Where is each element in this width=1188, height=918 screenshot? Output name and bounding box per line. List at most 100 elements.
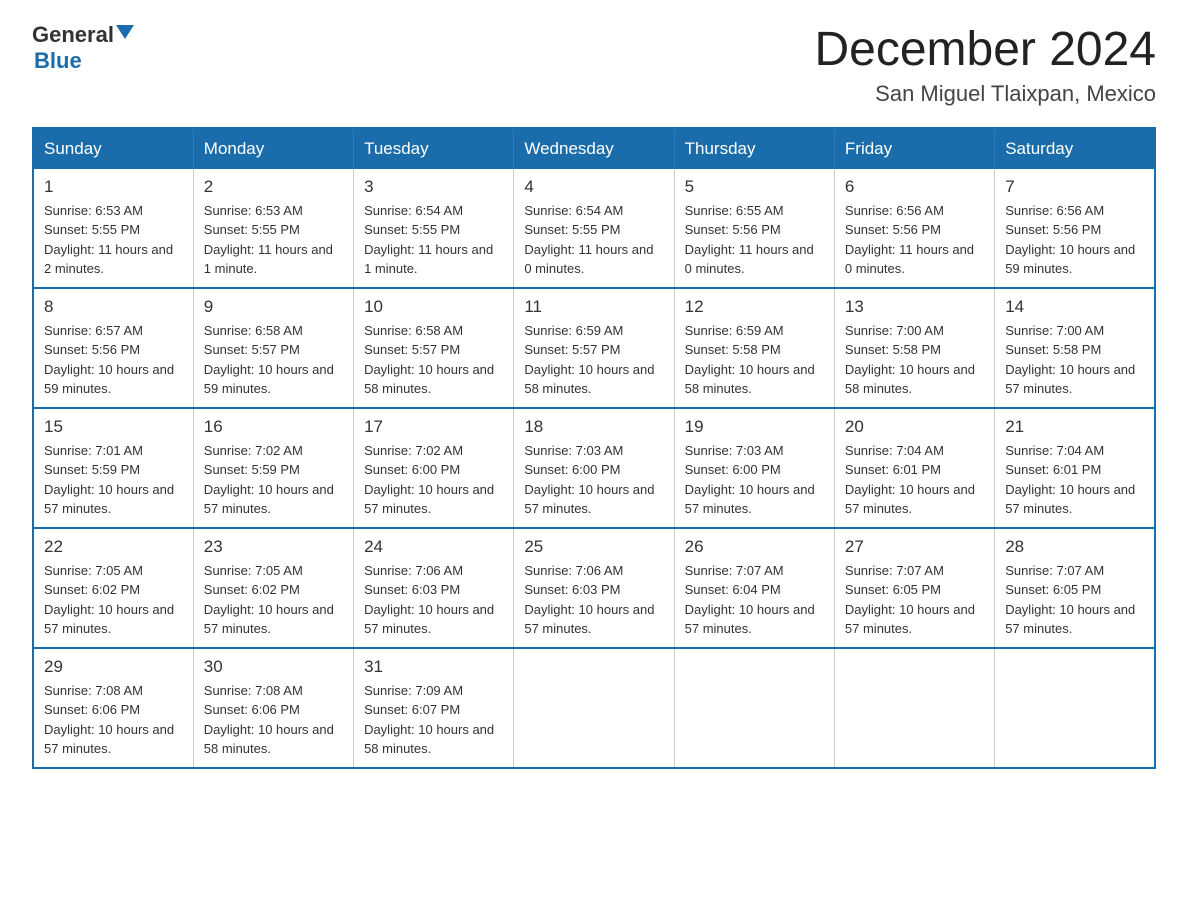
day-header-friday: Friday — [834, 128, 994, 169]
day-info: Sunrise: 7:02 AMSunset: 5:59 PMDaylight:… — [204, 441, 343, 519]
calendar-cell: 1Sunrise: 6:53 AMSunset: 5:55 PMDaylight… — [33, 169, 193, 288]
day-number: 22 — [44, 537, 183, 557]
calendar-cell — [674, 648, 834, 768]
title-section: December 2024 San Miguel Tlaixpan, Mexic… — [814, 24, 1156, 107]
calendar-cell: 26 Sunrise: 7:07 AMSunset: 6:04 PMDayligh… — [674, 528, 834, 648]
logo-blue: Blue — [32, 48, 82, 74]
day-info: Sunrise: 7:07 AMSunset: 6:05 PMDaylight:… — [1005, 561, 1144, 639]
day-number: 10 — [364, 297, 503, 317]
day-header-thursday: Thursday — [674, 128, 834, 169]
logo-triangle-icon — [116, 25, 134, 39]
calendar-cell: 6Sunrise: 6:56 AMSunset: 5:56 PMDaylight… — [834, 169, 994, 288]
calendar-cell: 28 Sunrise: 7:07 AMSunset: 6:05 PMDayligh… — [995, 528, 1155, 648]
calendar-cell: 30 Sunrise: 7:08 AMSunset: 6:06 PMDayligh… — [193, 648, 353, 768]
calendar-week-4: 22 Sunrise: 7:05 AMSunset: 6:02 PMDayligh… — [33, 528, 1155, 648]
calendar-week-1: 1 Sunrise: 6:53 AMSunset: 5:55 PMDaylight… — [33, 169, 1155, 288]
day-info: Sunrise: 6:58 AMSunset: 5:57 PMDaylight:… — [204, 321, 343, 399]
day-info: Sunrise: 6:59 AMSunset: 5:57 PMDaylight:… — [524, 321, 663, 399]
day-info: Sunrise: 7:05 AMSunset: 6:02 PMDaylight:… — [44, 561, 183, 639]
calendar-body: 1 Sunrise: 6:53 AMSunset: 5:55 PMDaylight… — [33, 169, 1155, 768]
day-number: 24 — [364, 537, 503, 557]
calendar-cell — [995, 648, 1155, 768]
day-number: 12 — [685, 297, 824, 317]
calendar-cell: 22 Sunrise: 7:05 AMSunset: 6:02 PMDayligh… — [33, 528, 193, 648]
month-title: December 2024 — [814, 24, 1156, 77]
day-number: 1 — [44, 177, 183, 197]
day-info: Sunrise: 7:02 AMSunset: 6:00 PMDaylight:… — [364, 441, 503, 519]
day-info: Sunrise: 7:04 AMSunset: 6:01 PMDaylight:… — [1005, 441, 1144, 519]
calendar-week-5: 29Sunrise: 7:08 AMSunset: 6:06 PMDayligh… — [33, 648, 1155, 768]
day-header-sunday: Sunday — [33, 128, 193, 169]
calendar-week-3: 15 Sunrise: 7:01 AMSunset: 5:59 PMDayligh… — [33, 408, 1155, 528]
day-number: 7 — [1005, 177, 1144, 197]
day-header-tuesday: Tuesday — [354, 128, 514, 169]
day-info: Sunrise: 7:08 AMSunset: 6:06 PMDaylight:… — [204, 681, 343, 759]
day-info: Sunrise: 6:57 AMSunset: 5:56 PMDaylight:… — [44, 321, 183, 399]
day-info: Sunrise: 7:05 AMSunset: 6:02 PMDaylight:… — [204, 561, 343, 639]
day-info: Sunrise: 6:59 AMSunset: 5:58 PMDaylight:… — [685, 321, 824, 399]
day-number: 20 — [845, 417, 984, 437]
day-number: 5 — [685, 177, 824, 197]
day-number: 11 — [524, 297, 663, 317]
day-info: Sunrise: 6:54 AMSunset: 5:55 PMDaylight:… — [524, 201, 663, 279]
day-info: Sunrise: 7:03 AMSunset: 6:00 PMDaylight:… — [524, 441, 663, 519]
day-info: Sunrise: 7:00 AMSunset: 5:58 PMDaylight:… — [1005, 321, 1144, 399]
day-header-saturday: Saturday — [995, 128, 1155, 169]
day-info: Sunrise: 6:55 AMSunset: 5:56 PMDaylight:… — [685, 201, 824, 279]
day-info: Sunrise: 7:04 AMSunset: 6:01 PMDaylight:… — [845, 441, 984, 519]
calendar-cell: 19 Sunrise: 7:03 AMSunset: 6:00 PMDayligh… — [674, 408, 834, 528]
day-number: 18 — [524, 417, 663, 437]
day-info: Sunrise: 7:01 AMSunset: 5:59 PMDaylight:… — [44, 441, 183, 519]
day-info: Sunrise: 7:00 AMSunset: 5:58 PMDaylight:… — [845, 321, 984, 399]
calendar-header-row: SundayMondayTuesdayWednesdayThursdayFrid… — [33, 128, 1155, 169]
day-info: Sunrise: 7:03 AMSunset: 6:00 PMDaylight:… — [685, 441, 824, 519]
day-info: Sunrise: 6:53 AMSunset: 5:55 PMDaylight:… — [204, 201, 343, 279]
calendar-cell: 7Sunrise: 6:56 AMSunset: 5:56 PMDaylight… — [995, 169, 1155, 288]
calendar-cell: 16Sunrise: 7:02 AMSunset: 5:59 PMDayligh… — [193, 408, 353, 528]
day-number: 13 — [845, 297, 984, 317]
calendar-cell: 13 Sunrise: 7:00 AMSunset: 5:58 PMDayligh… — [834, 288, 994, 408]
day-number: 19 — [685, 417, 824, 437]
day-info: Sunrise: 7:09 AMSunset: 6:07 PMDaylight:… — [364, 681, 503, 759]
day-number: 31 — [364, 657, 503, 677]
day-info: Sunrise: 7:07 AMSunset: 6:05 PMDaylight:… — [845, 561, 984, 639]
day-number: 27 — [845, 537, 984, 557]
day-info: Sunrise: 7:06 AMSunset: 6:03 PMDaylight:… — [364, 561, 503, 639]
location: San Miguel Tlaixpan, Mexico — [814, 81, 1156, 107]
day-info: Sunrise: 6:58 AMSunset: 5:57 PMDaylight:… — [364, 321, 503, 399]
calendar-cell: 20 Sunrise: 7:04 AMSunset: 6:01 PMDayligh… — [834, 408, 994, 528]
day-number: 23 — [204, 537, 343, 557]
page-header: General Blue December 2024 San Miguel Tl… — [32, 24, 1156, 107]
day-number: 8 — [44, 297, 183, 317]
day-number: 14 — [1005, 297, 1144, 317]
day-info: Sunrise: 7:07 AMSunset: 6:04 PMDaylight:… — [685, 561, 824, 639]
calendar-cell — [514, 648, 674, 768]
day-number: 26 — [685, 537, 824, 557]
day-number: 2 — [204, 177, 343, 197]
calendar-cell: 12 Sunrise: 6:59 AMSunset: 5:58 PMDayligh… — [674, 288, 834, 408]
calendar-cell: 18 Sunrise: 7:03 AMSunset: 6:00 PMDayligh… — [514, 408, 674, 528]
calendar-cell: 11 Sunrise: 6:59 AMSunset: 5:57 PMDayligh… — [514, 288, 674, 408]
day-number: 15 — [44, 417, 183, 437]
calendar-cell: 24 Sunrise: 7:06 AMSunset: 6:03 PMDayligh… — [354, 528, 514, 648]
logo-general: General — [32, 24, 114, 46]
day-number: 21 — [1005, 417, 1144, 437]
day-number: 25 — [524, 537, 663, 557]
calendar-cell: 23 Sunrise: 7:05 AMSunset: 6:02 PMDayligh… — [193, 528, 353, 648]
day-number: 17 — [364, 417, 503, 437]
calendar-cell: 31 Sunrise: 7:09 AMSunset: 6:07 PMDayligh… — [354, 648, 514, 768]
day-number: 28 — [1005, 537, 1144, 557]
calendar-cell — [834, 648, 994, 768]
calendar-week-2: 8 Sunrise: 6:57 AMSunset: 5:56 PMDaylight… — [33, 288, 1155, 408]
calendar-cell: 14 Sunrise: 7:00 AMSunset: 5:58 PMDayligh… — [995, 288, 1155, 408]
calendar-table: SundayMondayTuesdayWednesdayThursdayFrid… — [32, 127, 1156, 769]
calendar-cell: 17 Sunrise: 7:02 AMSunset: 6:00 PMDayligh… — [354, 408, 514, 528]
calendar-cell: 10 Sunrise: 6:58 AMSunset: 5:57 PMDayligh… — [354, 288, 514, 408]
day-number: 9 — [204, 297, 343, 317]
logo: General Blue — [32, 24, 134, 74]
day-info: Sunrise: 6:56 AMSunset: 5:56 PMDaylight:… — [845, 201, 984, 279]
calendar-cell: 8 Sunrise: 6:57 AMSunset: 5:56 PMDaylight… — [33, 288, 193, 408]
calendar-cell: 27 Sunrise: 7:07 AMSunset: 6:05 PMDayligh… — [834, 528, 994, 648]
day-number: 30 — [204, 657, 343, 677]
day-info: Sunrise: 7:06 AMSunset: 6:03 PMDaylight:… — [524, 561, 663, 639]
